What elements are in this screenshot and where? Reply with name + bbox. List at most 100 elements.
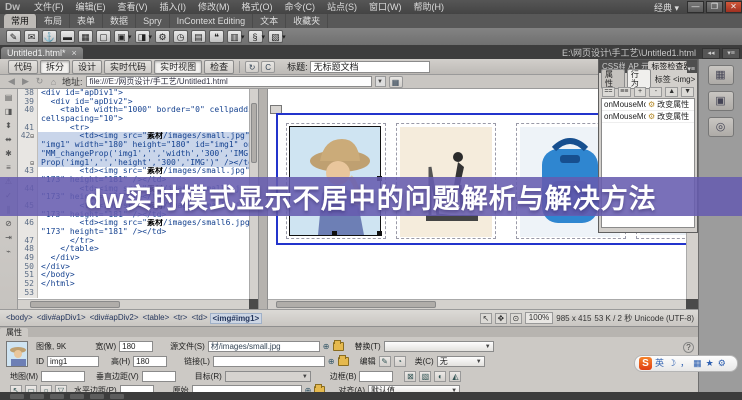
taskbar-item[interactable]	[90, 394, 104, 399]
behavior-tool-button[interactable]: ==	[602, 87, 615, 97]
date-icon[interactable]: ◷	[173, 30, 188, 43]
coding-tool-icon[interactable]: ⌁	[3, 245, 15, 256]
hyperlink-icon[interactable]: ✎	[6, 30, 21, 43]
comment-icon[interactable]: ❝	[209, 30, 224, 43]
widget-icon[interactable]: ⚙	[155, 30, 170, 43]
close-button[interactable]: ✕	[725, 1, 742, 13]
border-field[interactable]	[359, 371, 393, 382]
src-field[interactable]: 材/images/small.jpg	[208, 341, 320, 352]
address-caret-icon[interactable]: ▼	[375, 76, 386, 87]
minimize-button[interactable]: —	[687, 1, 704, 13]
link-field[interactable]	[213, 356, 325, 367]
view-button[interactable]: 检查	[204, 60, 234, 74]
refresh-icon[interactable]: ↻	[245, 61, 259, 73]
tag-selector-item[interactable]: <div#apDiv1>	[35, 313, 88, 324]
zoom-tool-icon[interactable]: ⊙	[510, 313, 522, 324]
named-anchor-icon[interactable]: ⚓	[42, 30, 57, 43]
back-icon[interactable]: ◀	[6, 76, 17, 87]
taskbar-item[interactable]	[30, 394, 44, 399]
tag-selector-item[interactable]: <td>	[189, 313, 209, 324]
server-include-icon[interactable]: ▤	[191, 30, 206, 43]
tag-selector-item[interactable]: <img#img1>	[210, 313, 263, 324]
behavior-row[interactable]: onMouseMove⚙改变属性	[602, 99, 694, 111]
vspace-field[interactable]	[142, 371, 176, 382]
named-anchor-icon[interactable]: ⚓	[42, 30, 57, 43]
optimize-icon[interactable]: ◔	[394, 356, 406, 367]
magnification-select[interactable]: 100%	[525, 312, 553, 324]
scrollbar-thumb[interactable]	[30, 301, 120, 308]
script-icon[interactable]: §▾	[248, 30, 266, 43]
view-button[interactable]: 代码	[8, 60, 38, 74]
brightness-icon[interactable]: ◐	[434, 371, 446, 382]
images-icon[interactable]: ▣	[114, 30, 129, 43]
view-options-icon[interactable]: ▦	[389, 76, 403, 88]
tag-selector-item[interactable]: <body>	[4, 313, 35, 324]
scrollbar-thumb[interactable]	[276, 301, 436, 308]
view-button[interactable]: 实时视图	[154, 60, 202, 74]
insert-tab[interactable]: 表单	[70, 14, 103, 28]
ime-item-icon[interactable]: ，	[680, 356, 689, 371]
caret-down-icon[interactable]: ▾	[128, 33, 132, 41]
width-field[interactable]: 180	[119, 341, 153, 352]
email-link-icon[interactable]: ✉	[24, 30, 39, 43]
tag-selector-item[interactable]: <table>	[141, 313, 172, 324]
behavior-tool-button[interactable]: ▲	[665, 87, 678, 97]
src-folder-icon[interactable]	[333, 342, 344, 351]
dock-search-icon[interactable]: ◎	[708, 117, 734, 137]
insert-tab[interactable]: InContext Editing	[170, 14, 254, 28]
head-icon[interactable]: ▥	[227, 30, 242, 43]
tag-selector-item[interactable]: <tr>	[171, 313, 189, 324]
insert-div-icon[interactable]: ▢	[96, 30, 111, 43]
dock-insert-icon[interactable]: ▦	[708, 65, 734, 85]
resample-icon[interactable]: ▧	[419, 371, 431, 382]
ime-item-icon[interactable]: ☽	[668, 356, 676, 371]
behavior-tool-button[interactable]: -	[649, 87, 662, 97]
coding-tool-icon[interactable]: ⇥	[3, 231, 15, 242]
hyperlink-icon[interactable]: ✎	[6, 30, 21, 43]
coding-tool-icon[interactable]: ✱	[3, 147, 15, 158]
taskbar-item[interactable]	[110, 394, 124, 399]
behavior-tool-button[interactable]: ≡≡	[618, 87, 631, 97]
taskbar-item[interactable]	[70, 394, 84, 399]
horizontal-rule-icon[interactable]: ▬	[60, 30, 75, 43]
ime-item-icon[interactable]: ★	[706, 356, 714, 371]
email-link-icon[interactable]: ✉	[24, 30, 39, 43]
date-icon[interactable]: ◷	[173, 30, 188, 43]
insert-tab[interactable]: 布局	[37, 14, 70, 28]
menu-item[interactable]: 查看(V)	[112, 0, 154, 14]
server-include-icon[interactable]: ▤	[191, 30, 206, 43]
coding-tool-icon[interactable]: ◨	[3, 105, 15, 116]
menu-item[interactable]: 插入(I)	[154, 0, 193, 14]
doc-title-input[interactable]: 无标题文档	[310, 61, 430, 73]
sogou-logo-icon[interactable]: S	[639, 357, 652, 370]
caret-down-icon[interactable]: ▾	[282, 33, 286, 41]
taskbar-item[interactable]	[50, 394, 64, 399]
menu-item[interactable]: 文件(F)	[28, 0, 70, 14]
ime-item-icon[interactable]: 英	[655, 356, 664, 371]
behavior-row[interactable]: onMouseMove⚙改变属性	[602, 111, 694, 123]
coding-tool-icon[interactable]: ⬍	[3, 119, 15, 130]
caret-down-icon[interactable]: ▾	[241, 33, 245, 41]
scrollbar-thumb[interactable]	[251, 103, 257, 163]
menu-item[interactable]: 修改(M)	[192, 0, 236, 14]
table-icon[interactable]: ▦	[78, 30, 93, 43]
head-icon[interactable]: ▥▾	[227, 30, 245, 43]
window-size-value[interactable]: 985 x 415	[556, 314, 591, 323]
menu-item[interactable]: 帮助(H)	[408, 0, 451, 14]
document-close-icon[interactable]: ×	[72, 48, 77, 58]
map-field[interactable]	[41, 371, 85, 382]
menu-item[interactable]: 窗口(W)	[363, 0, 408, 14]
insert-tab[interactable]: 常用	[4, 14, 37, 28]
code-horizontal-scrollbar[interactable]	[18, 299, 249, 309]
id-field[interactable]: img1	[47, 356, 99, 367]
insert-div-icon[interactable]: ▢	[96, 30, 111, 43]
template-icon[interactable]: ▧	[268, 30, 283, 43]
insert-tab[interactable]: 收藏夹	[286, 14, 328, 28]
caret-down-icon[interactable]: ▾	[262, 33, 266, 41]
coding-tool-icon[interactable]: ⊘	[3, 217, 15, 228]
panel-tab[interactable]: 标签检查器	[648, 61, 687, 73]
check-browser-icon[interactable]: C	[261, 61, 275, 73]
panel-options-icon[interactable]: ▾≡	[687, 65, 697, 73]
insert-tab[interactable]: 文本	[253, 14, 286, 28]
dock-assets-icon[interactable]: ▣	[708, 91, 734, 111]
